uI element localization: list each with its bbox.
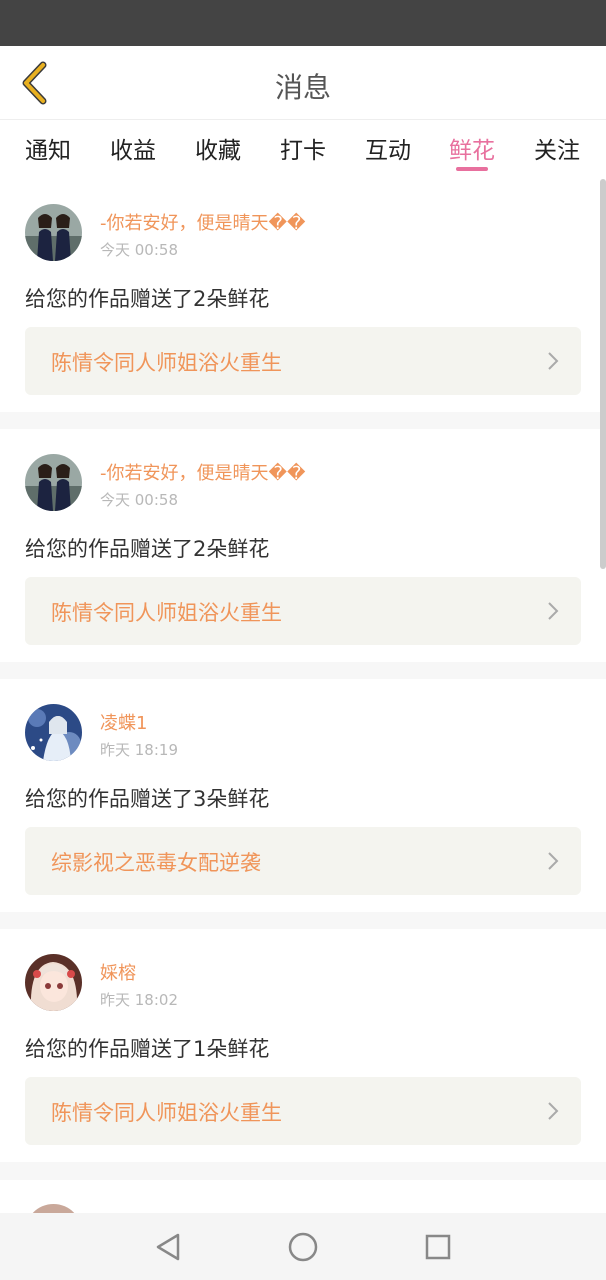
page-title: 消息 [274, 71, 331, 104]
work-title: 陈情令同人师姐浴火重生 [51, 1101, 282, 1125]
avatar[interactable] [25, 1204, 82, 1213]
nav-recents-icon [425, 1234, 451, 1260]
tab-flowers[interactable]: 鲜花 [437, 131, 507, 175]
work-title: 陈情令同人师姐浴火重生 [51, 601, 282, 625]
work-link[interactable]: 陈情令同人师姐浴火重生 [25, 1077, 581, 1145]
username[interactable]: -你若安好，便是晴天�� [100, 209, 305, 235]
chevron-right-icon [548, 852, 559, 870]
status-bar [0, 0, 606, 46]
tab-favorites[interactable]: 收藏 [183, 131, 253, 175]
username[interactable]: 凌蝶1 [100, 709, 147, 735]
username[interactable]: 婇榕 [100, 959, 136, 985]
avatar-image [25, 704, 82, 761]
list-item [0, 1180, 606, 1213]
chevron-right-icon [548, 602, 559, 620]
message-text: 给您的作品赠送了2朵鲜花 [25, 287, 270, 311]
message-text: 给您的作品赠送了1朵鲜花 [25, 1037, 270, 1061]
active-tab-indicator [456, 167, 488, 171]
tab-label: 互动 [365, 138, 411, 164]
username[interactable]: -你若安好，便是晴天�� [100, 459, 305, 485]
message-text: 给您的作品赠送了3朵鲜花 [25, 787, 270, 811]
tab-bar: 通知 收益 收藏 打卡 互动 鲜花 关注 [0, 121, 606, 179]
tab-follows[interactable]: 关注 [522, 131, 592, 175]
timestamp: 昨天 18:19 [100, 741, 178, 759]
work-title: 陈情令同人师姐浴火重生 [51, 351, 282, 375]
nav-back-icon [156, 1233, 180, 1261]
nav-recents-button[interactable] [422, 1231, 454, 1263]
work-link[interactable]: 陈情令同人师姐浴火重生 [25, 327, 581, 395]
tab-label: 收益 [110, 138, 156, 164]
tab-label: 通知 [25, 138, 71, 164]
header: 消息 [0, 46, 606, 120]
avatar[interactable] [25, 954, 82, 1011]
timestamp: 昨天 18:02 [100, 991, 178, 1009]
work-title: 综影视之恶毒女配逆袭 [51, 851, 261, 875]
avatar[interactable] [25, 204, 82, 261]
work-link[interactable]: 陈情令同人师姐浴火重生 [25, 577, 581, 645]
tab-earnings[interactable]: 收益 [98, 131, 168, 175]
tab-label: 收藏 [195, 138, 241, 164]
work-link[interactable]: 综影视之恶毒女配逆袭 [25, 827, 581, 895]
tab-notifications[interactable]: 通知 [13, 131, 83, 175]
tab-interaction[interactable]: 互动 [353, 131, 423, 175]
system-nav-bar [0, 1213, 606, 1280]
avatar[interactable] [25, 454, 82, 511]
list-item: -你若安好，便是晴天�� 今天 00:58 给您的作品赠送了2朵鲜花 陈情令同人… [0, 179, 606, 412]
chevron-right-icon [548, 1102, 559, 1120]
timestamp: 今天 00:58 [100, 491, 178, 509]
list-item: -你若安好，便是晴天�� 今天 00:58 给您的作品赠送了2朵鲜花 陈情令同人… [0, 429, 606, 662]
nav-home-icon [288, 1232, 318, 1262]
avatar-image [25, 204, 82, 261]
avatar-image [25, 954, 82, 1011]
tab-label: 关注 [534, 138, 580, 164]
tab-checkin[interactable]: 打卡 [268, 131, 338, 175]
scrollbar[interactable] [600, 179, 606, 569]
timestamp: 今天 00:58 [100, 241, 178, 259]
message-list[interactable]: -你若安好，便是晴天�� 今天 00:58 给您的作品赠送了2朵鲜花 陈情令同人… [0, 179, 606, 1213]
avatar[interactable] [25, 704, 82, 761]
list-item: 婇榕 昨天 18:02 给您的作品赠送了1朵鲜花 陈情令同人师姐浴火重生 [0, 929, 606, 1162]
nav-back-button[interactable] [152, 1231, 184, 1263]
tab-label: 打卡 [280, 138, 326, 164]
tab-label: 鲜花 [449, 138, 495, 164]
chevron-right-icon [548, 352, 559, 370]
message-text: 给您的作品赠送了2朵鲜花 [25, 537, 270, 561]
nav-home-button[interactable] [287, 1231, 319, 1263]
list-item: 凌蝶1 昨天 18:19 给您的作品赠送了3朵鲜花 综影视之恶毒女配逆袭 [0, 679, 606, 912]
avatar-image [25, 454, 82, 511]
